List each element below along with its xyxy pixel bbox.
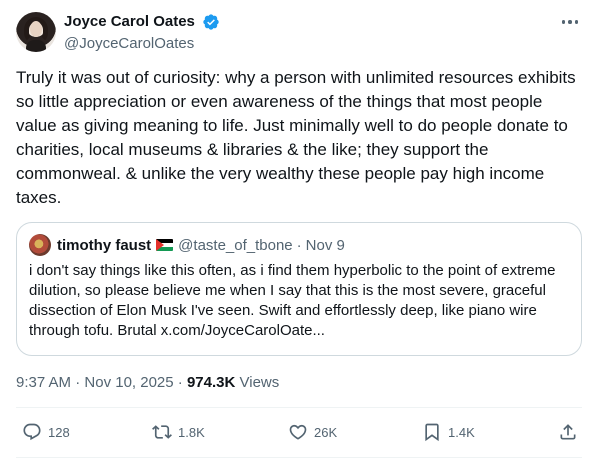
retweet-count: 1.8K (178, 424, 205, 440)
separator-dot: · (296, 236, 302, 254)
author-avatar[interactable] (16, 12, 56, 52)
reply-count: 128 (48, 424, 70, 440)
action-bar: 128 1.8K 26K 1.4K (16, 418, 582, 452)
bookmark-button[interactable]: 1.4K (422, 422, 475, 442)
palestine-flag-icon (156, 239, 174, 251)
reply-button[interactable]: 128 (22, 422, 70, 442)
author-info: Joyce Carol Oates @JoyceCarolOates (64, 12, 220, 54)
views-count: 974.3K (186, 374, 236, 391)
author-display-name[interactable]: Joyce Carol Oates (64, 12, 195, 32)
reply-icon (23, 423, 41, 441)
tweet-time[interactable]: 9:37 AM (16, 374, 71, 391)
quoted-author-handle: @taste_of_tbone (178, 236, 293, 254)
share-icon (560, 424, 576, 440)
quoted-tweet-date: Nov 9 (305, 236, 345, 254)
author-handle[interactable]: @JoyceCarolOates (64, 34, 220, 54)
more-options-icon[interactable] (560, 14, 580, 30)
bookmark-icon (425, 423, 439, 442)
retweet-button[interactable]: 1.8K (152, 422, 205, 442)
tweet-date[interactable]: Nov 10, 2025 (84, 374, 173, 391)
quoted-tweet-text: i don't say things like this often, as i… (29, 262, 556, 339)
views-label: Views (239, 374, 280, 391)
share-button[interactable] (558, 422, 578, 442)
like-button[interactable]: 26K (288, 422, 337, 442)
tweet-text: Truly it was out of curiosity: why a per… (16, 68, 576, 207)
bookmark-count: 1.4K (448, 424, 475, 440)
quoted-author-name: timothy faust (57, 236, 152, 254)
quoted-tweet[interactable]: timothy faust @taste_of_tbone · Nov 9 i … (16, 222, 582, 356)
tweet-metadata: 9:37 AM · Nov 10, 2025 · 974.3K Views (16, 373, 279, 393)
divider (16, 407, 582, 408)
verified-badge-icon[interactable] (202, 13, 220, 31)
separator-dot: · (75, 374, 81, 391)
separator-dot: · (177, 374, 183, 391)
tweet-header: Joyce Carol Oates @JoyceCarolOates (16, 12, 582, 54)
quoted-tweet-header: timothy faust @taste_of_tbone · Nov 9 (29, 234, 569, 256)
like-icon (289, 424, 307, 440)
retweet-icon (152, 425, 172, 439)
like-count: 26K (314, 424, 338, 440)
quoted-author-avatar (29, 234, 51, 256)
